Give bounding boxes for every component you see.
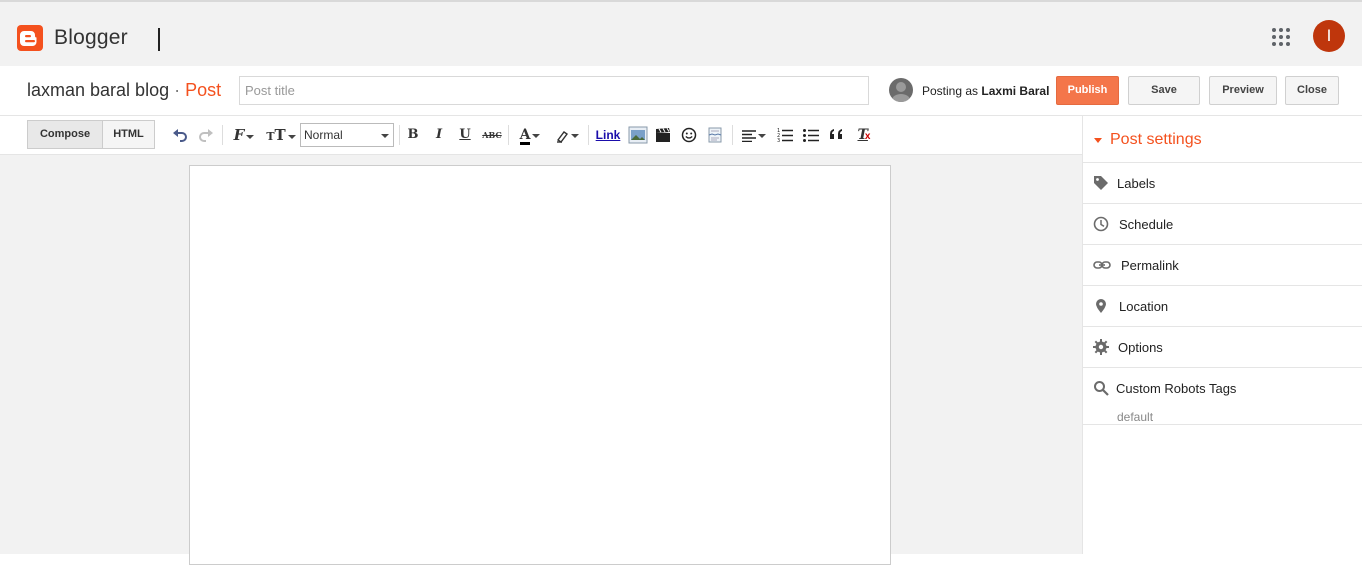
italic-button[interactable]: I	[431, 126, 447, 144]
toolbar-divider	[732, 125, 733, 145]
post-body-editor[interactable]	[189, 165, 891, 565]
image-icon[interactable]	[628, 126, 648, 144]
link-button[interactable]: Link	[594, 126, 622, 144]
brand-name: Blogger	[54, 26, 128, 49]
sidebar-item-schedule[interactable]: Schedule	[1083, 204, 1362, 245]
sidebar-item-label: Schedule	[1119, 217, 1174, 232]
save-button[interactable]: Save	[1128, 76, 1200, 105]
robots-tags-value: default	[1117, 410, 1154, 424]
numbered-list-icon[interactable]: 1 2 3	[777, 126, 793, 144]
editor-toolbar: Compose HTML F TT Normal B I U ABC A Lin…	[0, 116, 1082, 155]
clear-formatting-icon[interactable]: Tx	[855, 126, 873, 144]
align-icon[interactable]	[739, 126, 769, 144]
gear-icon	[1093, 339, 1109, 355]
app-bar: Blogger I	[0, 0, 1362, 66]
link-icon	[1093, 261, 1111, 269]
preview-button[interactable]: Preview	[1209, 76, 1277, 105]
caret-down-icon	[1094, 138, 1102, 143]
undo-icon[interactable]	[172, 126, 188, 144]
quote-icon[interactable]	[829, 126, 845, 144]
account-avatar[interactable]: I	[1313, 20, 1345, 52]
paragraph-format-value: Normal	[304, 128, 343, 142]
font-size-icon[interactable]: TT	[265, 126, 297, 144]
post-settings-sidebar: Post settings Labels Schedule Permalink …	[1082, 116, 1362, 554]
font-family-icon[interactable]: F	[229, 126, 259, 144]
bulleted-list-icon[interactable]	[803, 126, 819, 144]
sidebar-item-label: Options	[1118, 340, 1163, 355]
breadcrumb: laxman baral blog · Post	[27, 80, 221, 101]
post-settings-header[interactable]: Post settings	[1083, 116, 1362, 163]
sidebar-item-labels[interactable]: Labels	[1083, 163, 1362, 204]
svg-text:3: 3	[777, 138, 780, 144]
posting-as-prefix: Posting as	[922, 84, 979, 98]
underline-button[interactable]: U	[457, 126, 473, 144]
close-button[interactable]: Close	[1285, 76, 1339, 105]
blog-name[interactable]: laxman baral blog	[27, 80, 169, 100]
posting-as: Posting as Laxmi Baral	[922, 84, 1049, 98]
breadcrumb-separator: ·	[174, 80, 181, 100]
toolbar-divider	[588, 125, 589, 145]
clock-icon	[1093, 216, 1109, 232]
toolbar-divider	[399, 125, 400, 145]
sidebar-item-custom-robots-tags[interactable]: Custom Robots Tags default	[1083, 368, 1362, 425]
sidebar-item-label: Labels	[1117, 176, 1156, 191]
blogger-logo-icon[interactable]	[17, 25, 43, 51]
bold-button[interactable]: B	[405, 126, 421, 144]
link-label: Link	[595, 128, 621, 142]
text-color-icon[interactable]: A	[514, 126, 546, 145]
pin-icon	[1096, 299, 1106, 313]
posting-as-name: Laxmi Baral	[981, 84, 1050, 98]
publish-button[interactable]: Publish	[1056, 76, 1119, 105]
sidebar-item-options[interactable]: Options	[1083, 327, 1362, 368]
compose-mode-button[interactable]: Compose	[27, 120, 103, 149]
tag-icon	[1094, 176, 1108, 190]
user-silhouette-icon	[892, 82, 910, 102]
text-cursor	[158, 28, 160, 51]
emoji-icon[interactable]	[681, 126, 697, 144]
sidebar-item-label: Location	[1119, 299, 1169, 314]
post-settings-title: Post settings	[1110, 131, 1202, 148]
search-icon	[1094, 381, 1109, 396]
toolbar-divider	[508, 125, 509, 145]
video-icon[interactable]	[655, 126, 671, 144]
poster-avatar	[889, 78, 913, 102]
chevron-down-icon	[381, 134, 389, 138]
toolbar-divider	[222, 125, 223, 145]
post-title-bar: laxman baral blog · Post Posting as Laxm…	[0, 66, 1362, 116]
post-title-input[interactable]	[239, 76, 869, 105]
redo-icon[interactable]	[198, 126, 214, 144]
apps-grid-icon[interactable]	[1272, 28, 1290, 46]
paragraph-format-select[interactable]: Normal	[300, 123, 394, 147]
sidebar-item-label: Custom Robots Tags	[1116, 381, 1237, 396]
html-mode-button[interactable]: HTML	[102, 120, 155, 149]
strikethrough-button[interactable]: ABC	[481, 126, 503, 144]
sidebar-item-label: Permalink	[1121, 258, 1179, 273]
post-label: Post	[185, 80, 222, 100]
jump-break-icon[interactable]	[707, 126, 723, 144]
highlight-icon[interactable]	[552, 126, 582, 144]
sidebar-item-permalink[interactable]: Permalink	[1083, 245, 1362, 286]
sidebar-item-location[interactable]: Location	[1083, 286, 1362, 327]
